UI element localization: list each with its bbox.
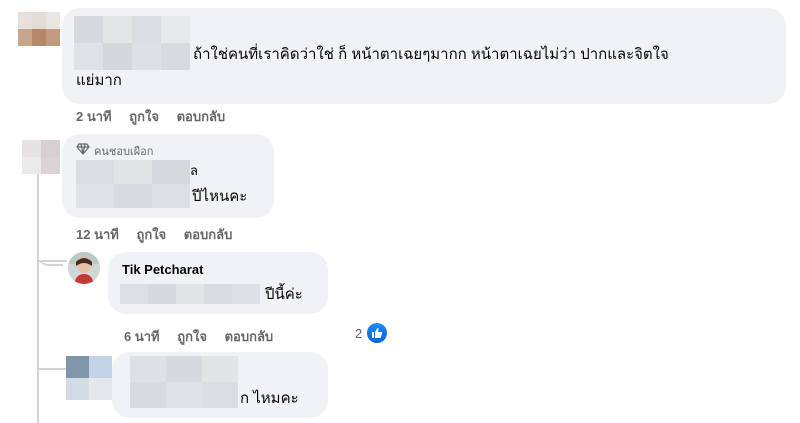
comment-text-fragment: ล: [190, 163, 198, 178]
reaction-count[interactable]: 2: [355, 326, 362, 341]
like-button[interactable]: ถูกใจ: [177, 329, 207, 344]
comment-meta: 6 นาที ถูกใจ ตอบกลับ: [124, 326, 287, 347]
comment-text: ก ไหมคะ: [240, 390, 299, 407]
avatar[interactable]: [66, 356, 112, 400]
timestamp[interactable]: 12 นาที: [76, 227, 119, 242]
thread-line: [37, 172, 39, 423]
comment-text: ถ้าใช่คนที่เราคิดว่าใช่ ก็ หน้าตาเฉยๆมาก…: [193, 46, 669, 63]
blurred-author-name: [74, 16, 190, 70]
blurred-author-name: [130, 356, 238, 408]
timestamp[interactable]: 2 นาที: [76, 109, 112, 124]
reply-button[interactable]: ตอบกลับ: [177, 109, 226, 124]
comment-author[interactable]: Tik Petcharat: [122, 262, 203, 277]
comment-meta: 2 นาที ถูกใจ ตอบกลับ: [76, 106, 239, 127]
reply-button[interactable]: ตอบกลับ: [225, 329, 274, 344]
comment-text: ปีนี้ค่ะ: [265, 286, 303, 303]
reply-button[interactable]: ตอบกลับ: [184, 227, 233, 242]
diamond-icon: [76, 142, 90, 155]
avatar[interactable]: [18, 12, 60, 46]
like-reaction-icon[interactable]: [367, 323, 387, 343]
top-fan-badge: คนชอบเผือก: [94, 146, 154, 158]
thread-line-3: [37, 368, 67, 370]
comment-text-line2: แย่มาก: [76, 72, 122, 89]
avatar[interactable]: [22, 140, 60, 174]
comment-text: ปีไหนคะ: [192, 188, 248, 205]
avatar[interactable]: [68, 252, 100, 284]
comment-meta: 12 นาที ถูกใจ ตอบกลับ: [76, 224, 246, 245]
blurred-text: [120, 284, 260, 304]
timestamp[interactable]: 6 นาที: [124, 329, 160, 344]
like-button[interactable]: ถูกใจ: [129, 109, 159, 124]
like-button[interactable]: ถูกใจ: [136, 227, 166, 242]
blurred-author-name: [76, 160, 190, 208]
thread-line-2: [37, 260, 67, 262]
